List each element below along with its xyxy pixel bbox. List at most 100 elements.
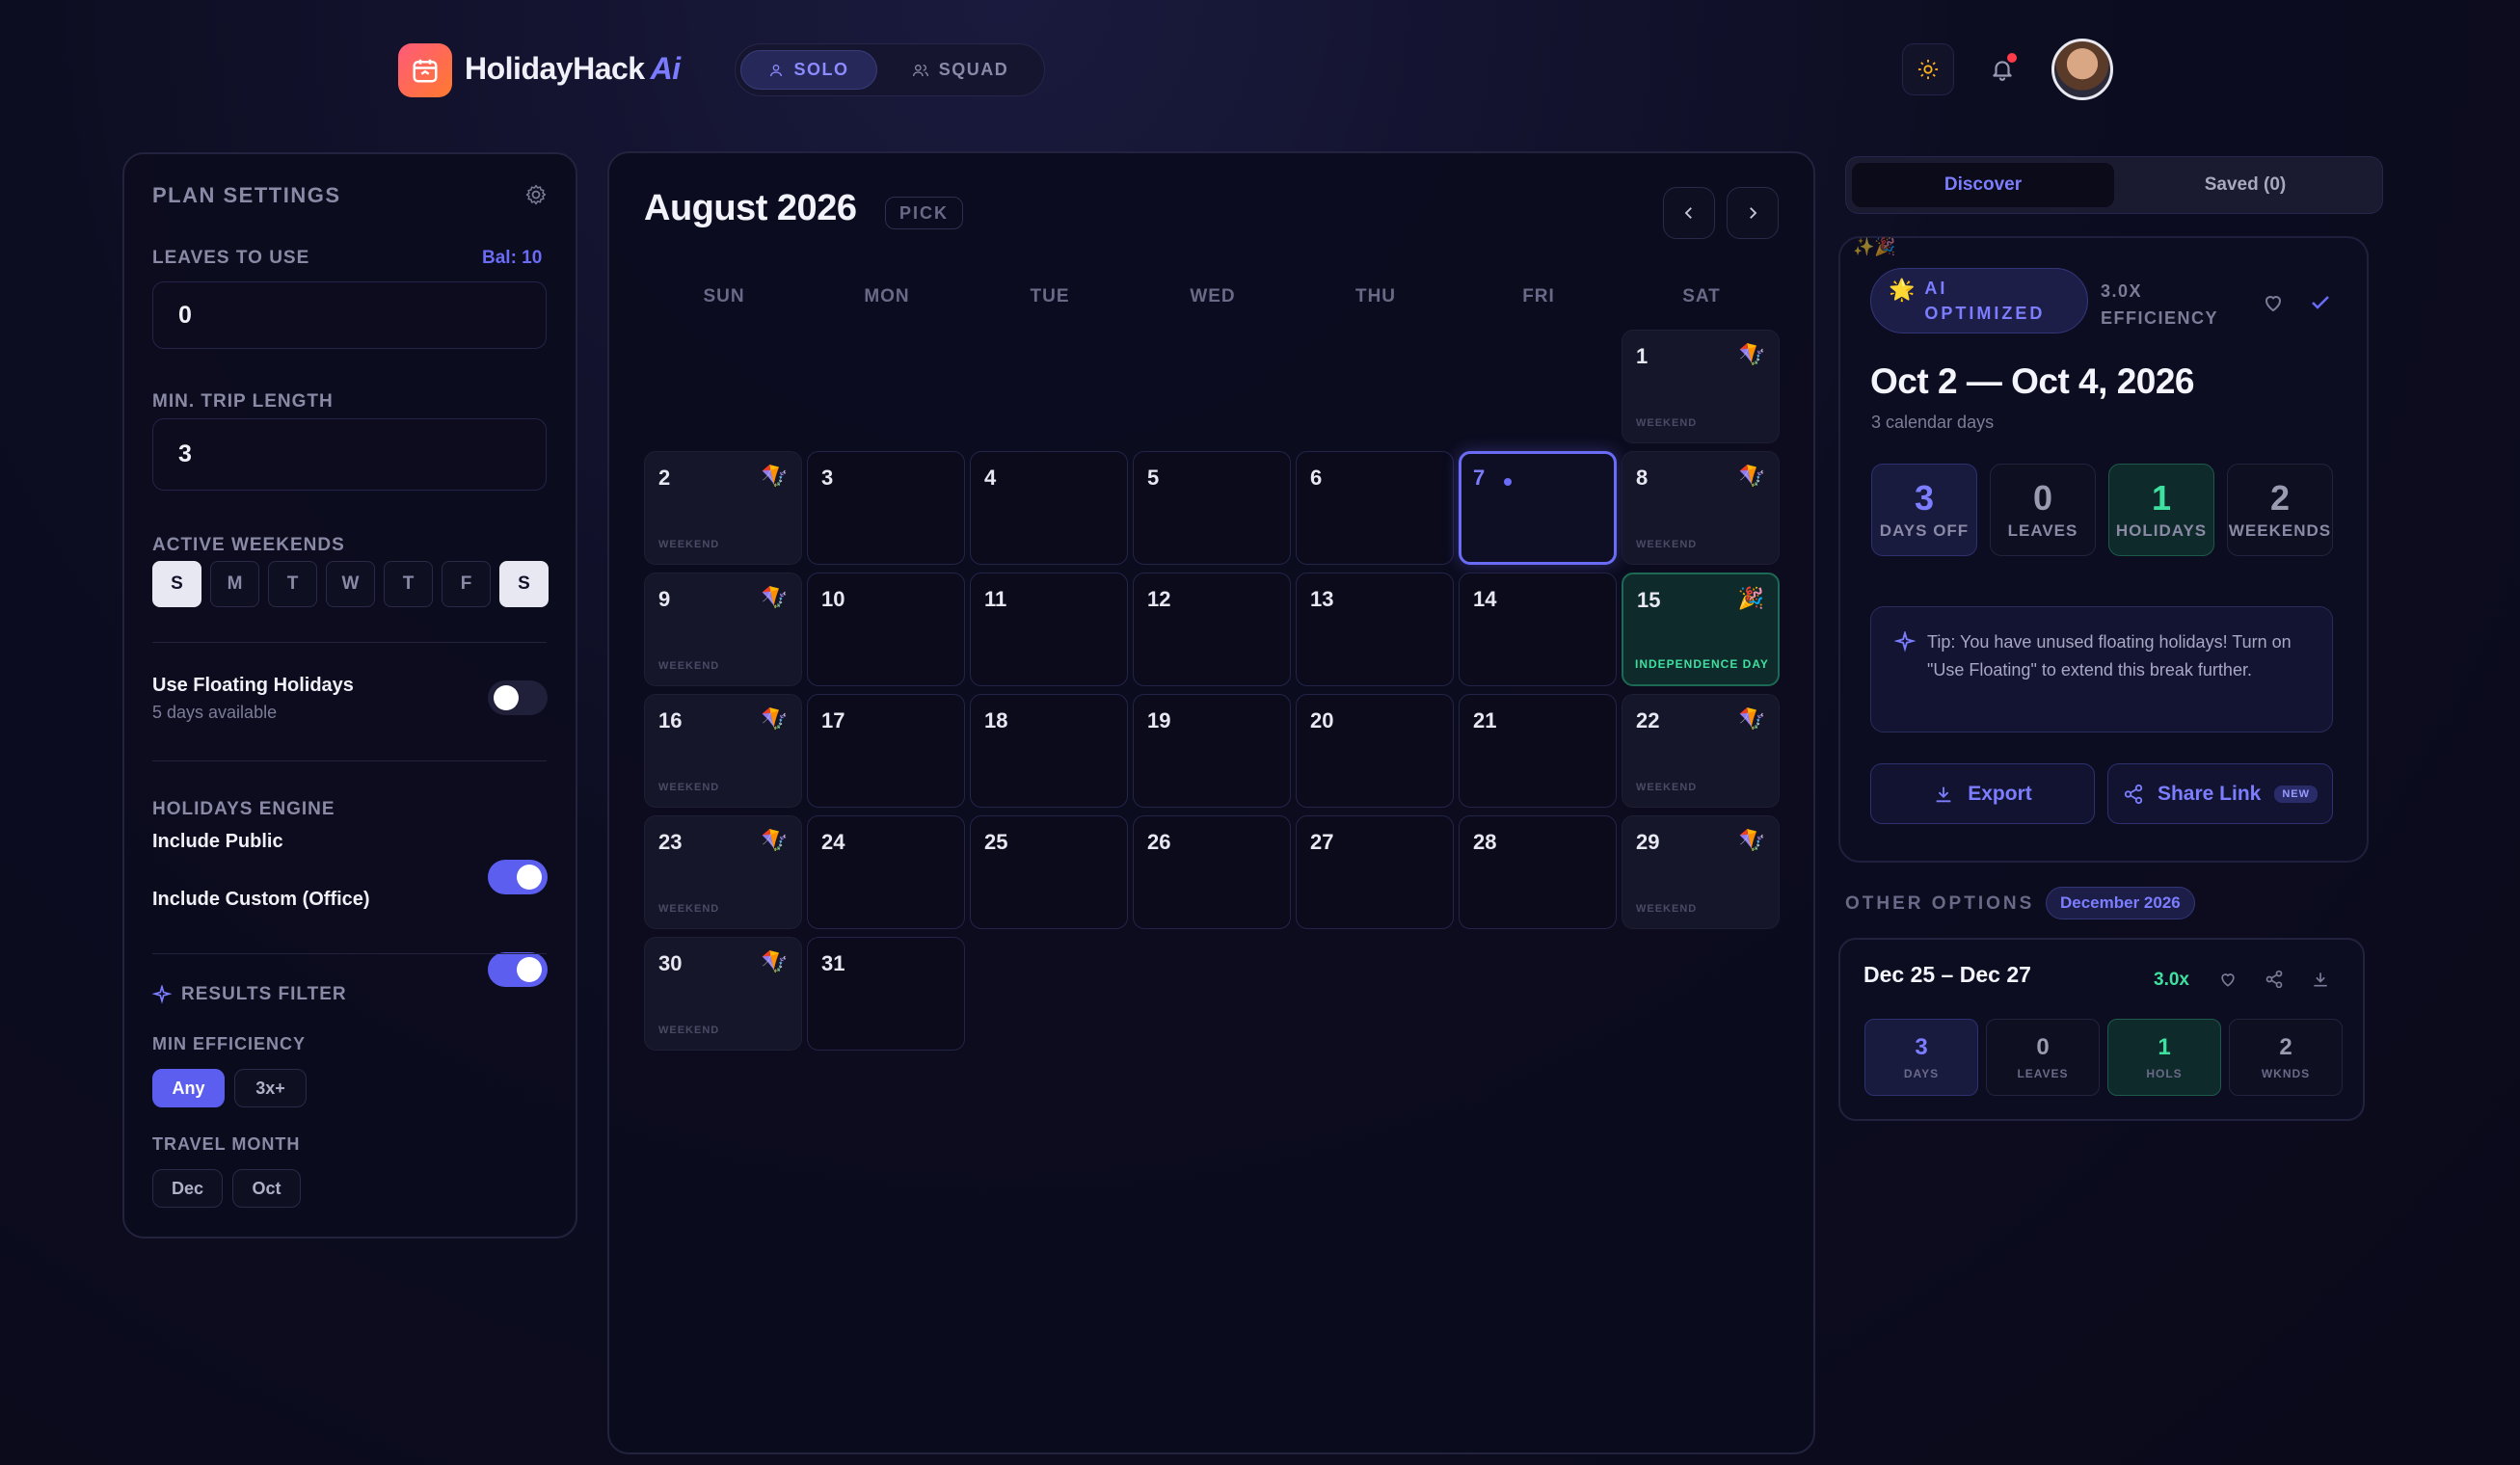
- other-options-title: OTHER OPTIONS: [1845, 893, 2035, 914]
- calendar-day-31[interactable]: 31: [807, 937, 965, 1051]
- download-icon: [2314, 972, 2327, 987]
- weekday-tue[interactable]: T: [268, 561, 317, 607]
- calendar-day-28[interactable]: 28: [1459, 815, 1617, 929]
- calendar-day-20[interactable]: 20: [1296, 694, 1454, 808]
- weekend-tag: WEEKEND: [1636, 782, 1698, 793]
- efficiency-any-button[interactable]: Any: [152, 1069, 225, 1107]
- option-favorite-button[interactable]: [2218, 970, 2238, 994]
- day-number: 7: [1473, 466, 1486, 490]
- min-trip-label: MIN. TRIP LENGTH: [152, 391, 334, 412]
- notifications-button[interactable]: [1976, 43, 2028, 95]
- day-number: 5: [1147, 466, 1160, 490]
- efficiency-value: 3.0X: [2101, 281, 2143, 301]
- ai-badge-line2: OPTIMIZED: [1924, 304, 2046, 323]
- efficiency-text: 3.0X EFFICIENCY: [2101, 278, 2218, 332]
- calendar-day-5[interactable]: 5: [1133, 451, 1291, 565]
- weekday-fri[interactable]: F: [442, 561, 491, 607]
- calendar-day-22[interactable]: 22 🪁 WEEKEND: [1622, 694, 1780, 808]
- export-button[interactable]: Export: [1870, 763, 2095, 824]
- include-custom-toggle[interactable]: [488, 952, 548, 987]
- calendar-day-10[interactable]: 10: [807, 573, 965, 686]
- calendar-day-18[interactable]: 18: [970, 694, 1128, 808]
- calendar-day-8[interactable]: 8 🪁 WEEKEND: [1622, 451, 1780, 565]
- weekend-tag: WEEKEND: [658, 782, 720, 793]
- tab-discover[interactable]: Discover: [1852, 163, 2114, 207]
- stat-value: 1: [2151, 478, 2172, 518]
- theme-toggle-button[interactable]: [1902, 43, 1954, 95]
- calendar-day-2[interactable]: 2 🪁 WEEKEND: [644, 451, 802, 565]
- calendar-day-15[interactable]: 15 🎉 INDEPENDENCE DAY: [1622, 573, 1780, 686]
- heart-icon: [2265, 296, 2282, 312]
- option-stat-weekends: 2 WKNDS: [2229, 1019, 2343, 1096]
- day-number: 13: [1310, 587, 1334, 611]
- calendar-day-30[interactable]: 30 🪁 WEEKEND: [644, 937, 802, 1051]
- weekday-wed[interactable]: W: [326, 561, 375, 607]
- calendar-day-25[interactable]: 25: [970, 815, 1128, 929]
- calendar-day-26[interactable]: 26: [1133, 815, 1291, 929]
- option-download-button[interactable]: [2311, 970, 2330, 994]
- day-number: 4: [984, 466, 997, 490]
- weekday-sat[interactable]: S: [499, 561, 549, 607]
- prev-month-button[interactable]: [1663, 187, 1715, 239]
- favorite-button[interactable]: [2262, 291, 2285, 319]
- leaves-input[interactable]: 0: [152, 281, 547, 349]
- efficiency-3x-button[interactable]: 3x+: [234, 1069, 307, 1107]
- tab-saved[interactable]: Saved (0): [2114, 163, 2376, 207]
- calendar-day-3[interactable]: 3: [807, 451, 965, 565]
- calendar-day-4[interactable]: 4: [970, 451, 1128, 565]
- results-filter-header: RESULTS FILTER: [152, 984, 347, 1005]
- results-tabs: Discover Saved (0): [1845, 156, 2383, 214]
- next-month-button[interactable]: [1727, 187, 1779, 239]
- day-number: 29: [1636, 830, 1660, 854]
- today-dot: [1504, 478, 1512, 486]
- pick-badge[interactable]: PICK: [885, 197, 964, 229]
- day-number: 12: [1147, 587, 1171, 611]
- weekday-thu[interactable]: T: [384, 561, 433, 607]
- notification-dot: [2007, 53, 2017, 63]
- calendar-day-6[interactable]: 6: [1296, 451, 1454, 565]
- weekday-sun[interactable]: S: [152, 561, 201, 607]
- settings-gear-button[interactable]: [524, 183, 548, 211]
- calendar-day-7[interactable]: 7: [1459, 451, 1617, 565]
- day-number: 30: [658, 951, 683, 975]
- floating-holidays-toggle[interactable]: [488, 680, 548, 715]
- option-share-button[interactable]: [2265, 970, 2284, 994]
- calendar-day-11[interactable]: 11: [970, 573, 1128, 686]
- calendar-day-29[interactable]: 29 🪁 WEEKEND: [1622, 815, 1780, 929]
- other-month-badge[interactable]: December 2026: [2046, 887, 2195, 919]
- divider: [152, 642, 547, 643]
- calendar-day-27[interactable]: 27: [1296, 815, 1454, 929]
- app-logo[interactable]: [398, 43, 452, 97]
- include-public-toggle[interactable]: [488, 860, 548, 894]
- calendar-day-1[interactable]: 1 🪁 WEEKEND: [1622, 330, 1780, 443]
- mode-squad-button[interactable]: SQUAD: [883, 50, 1037, 90]
- calendar-day-21[interactable]: 21: [1459, 694, 1617, 808]
- stat-label: HOLIDAYS: [2115, 521, 2208, 540]
- stat-label: DAYS: [1903, 1067, 1940, 1080]
- dow-label: THU: [1354, 286, 1397, 306]
- calendar-day-17[interactable]: 17: [807, 694, 965, 808]
- month-oct-button[interactable]: Oct: [232, 1169, 301, 1208]
- share-link-button[interactable]: Share Link NEW: [2107, 763, 2333, 824]
- calendar-day-14[interactable]: 14: [1459, 573, 1617, 686]
- weekend-icon: 🪁: [761, 949, 788, 973]
- option-stat-days: 3 DAYS: [1864, 1019, 1978, 1096]
- calendar-day-13[interactable]: 13: [1296, 573, 1454, 686]
- efficiency-options: Any 3x+: [152, 1069, 307, 1107]
- calendar-day-16[interactable]: 16 🪁 WEEKEND: [644, 694, 802, 808]
- calendar-day-23[interactable]: 23 🪁 WEEKEND: [644, 815, 802, 929]
- calendar-day-12[interactable]: 12: [1133, 573, 1291, 686]
- calendar-day-19[interactable]: 19: [1133, 694, 1291, 808]
- day-number: 6: [1310, 466, 1323, 490]
- avatar[interactable]: [2051, 39, 2113, 100]
- tip-text: Tip: You have unused floating holidays! …: [1927, 632, 2292, 679]
- mode-solo-button[interactable]: SOLO: [740, 50, 877, 90]
- confirm-button[interactable]: [2309, 291, 2332, 319]
- calendar-day-24[interactable]: 24: [807, 815, 965, 929]
- share-icon: [2124, 784, 2143, 804]
- month-dec-button[interactable]: Dec: [152, 1169, 223, 1208]
- day-number: 15: [1637, 588, 1661, 612]
- calendar-day-9[interactable]: 9 🪁 WEEKEND: [644, 573, 802, 686]
- weekday-mon[interactable]: M: [210, 561, 259, 607]
- min-trip-input[interactable]: 3: [152, 418, 547, 491]
